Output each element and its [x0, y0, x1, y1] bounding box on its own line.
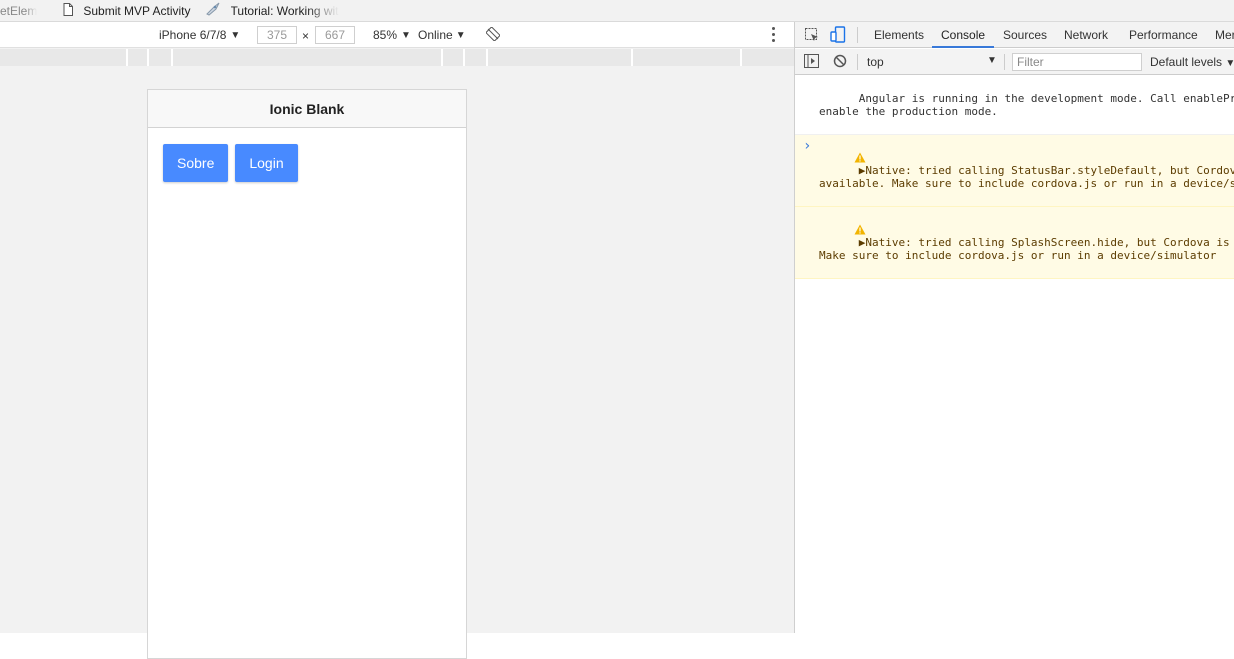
bookmarks-bar: etElem Submit MVP Activity Tutorial: Wor…	[0, 0, 1234, 22]
active-tab-indicator	[932, 46, 994, 48]
bookmark-label: etElem	[0, 3, 38, 18]
divider	[1004, 54, 1005, 70]
media-query-ruler	[0, 49, 794, 66]
bookmark-item[interactable]: Submit MVP Activity	[63, 2, 191, 19]
button-group: Sobre Login	[163, 144, 298, 182]
console-message: Angular is running in the development mo…	[795, 76, 1234, 135]
width-input[interactable]: 375	[257, 26, 297, 44]
console-warning: ▶Native: tried calling StatusBar.styleDe…	[795, 135, 1234, 207]
dropdown-arrow-icon[interactable]: ▼	[987, 55, 997, 66]
console-warning: ▶Native: tried calling SplashScreen.hide…	[795, 207, 1234, 279]
log-levels-label: Default levels	[1150, 55, 1223, 69]
zoom-select[interactable]: 85% ▼	[373, 28, 411, 42]
page-icon	[63, 2, 74, 19]
tab-performance[interactable]: Performance	[1129, 28, 1198, 42]
height-input[interactable]: 667	[315, 26, 355, 44]
tab-network[interactable]: Network	[1064, 28, 1108, 42]
times-sign: ×	[302, 29, 310, 43]
device-frame: Ionic Blank Sobre Login	[147, 89, 467, 659]
dropdown-arrow-icon: ▼	[455, 29, 466, 41]
network-select[interactable]: Online ▼	[418, 28, 466, 42]
clear-console-icon[interactable]	[833, 54, 847, 71]
network-value: Online	[418, 28, 453, 42]
context-select[interactable]: top	[867, 55, 884, 69]
bookmark-label: Tutorial: Working wit	[230, 3, 339, 18]
page-title: Ionic Blank	[148, 90, 466, 128]
device-viewport: iPhone 6/7/8 ▼ 375 × 667 85% ▼ Online ▼ …	[0, 22, 794, 659]
rotate-icon[interactable]	[486, 27, 500, 41]
log-levels-select[interactable]: Default levels ▼	[1150, 55, 1234, 69]
filter-input[interactable]: Filter	[1012, 53, 1142, 71]
device-name: iPhone 6/7/8	[159, 28, 227, 42]
tab-elements[interactable]: Elements	[874, 28, 924, 42]
console-prompt[interactable]: ›	[803, 138, 811, 154]
devtools-tabs: Elements Console Sources Network Perform…	[795, 22, 1234, 48]
message-text: Angular is running in the development mo…	[819, 92, 1234, 118]
devtools-panel: Elements Console Sources Network Perform…	[794, 22, 1234, 633]
bookmark-item[interactable]: etElem	[0, 4, 37, 18]
message-text[interactable]: ▶Native: tried calling StatusBar.styleDe…	[819, 164, 1234, 190]
kebab-menu-icon[interactable]	[772, 27, 776, 42]
zoom-value: 85%	[373, 28, 398, 42]
sobre-button[interactable]: Sobre	[163, 144, 229, 182]
inspect-icon[interactable]	[804, 27, 820, 46]
device-toggle-icon[interactable]	[830, 26, 846, 46]
rocket-icon	[205, 2, 221, 19]
divider	[857, 27, 858, 43]
console-toolbar: top ▼ Filter Default levels ▼	[795, 49, 1234, 75]
message-text[interactable]: ▶Native: tried calling SplashScreen.hide…	[819, 236, 1234, 262]
warning-icon	[801, 211, 866, 251]
bookmark-item[interactable]: Tutorial: Working wit	[205, 2, 339, 19]
dropdown-arrow-icon: ▼	[230, 29, 241, 41]
tab-memory[interactable]: Mer	[1215, 28, 1234, 42]
bookmark-label: Submit MVP Activity	[83, 3, 191, 18]
console-messages: Angular is running in the development mo…	[795, 76, 1234, 279]
sidebar-toggle-icon[interactable]	[804, 54, 819, 71]
dropdown-arrow-icon: ▼	[401, 29, 411, 41]
tab-console[interactable]: Console	[941, 28, 985, 42]
tab-sources[interactable]: Sources	[1003, 28, 1047, 42]
divider	[857, 54, 858, 70]
login-button[interactable]: Login	[235, 144, 298, 182]
device-select[interactable]: iPhone 6/7/8 ▼	[159, 28, 240, 42]
device-toolbar: iPhone 6/7/8 ▼ 375 × 667 85% ▼ Online ▼	[0, 22, 794, 48]
dropdown-arrow-icon: ▼	[1225, 58, 1234, 69]
